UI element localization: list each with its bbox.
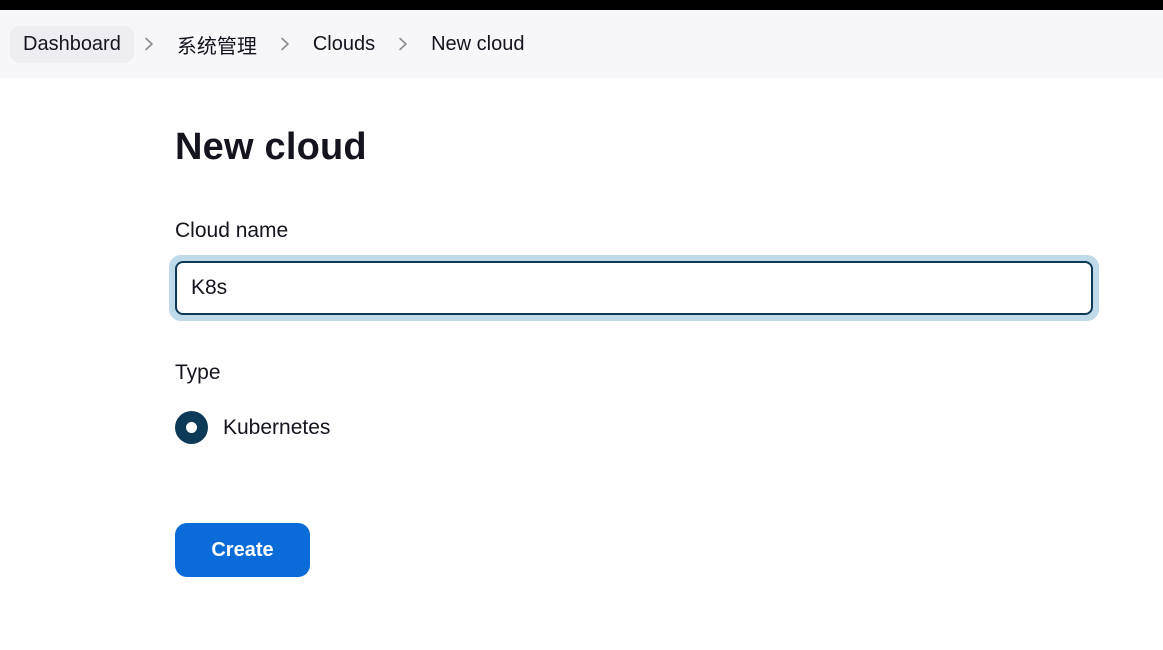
type-option-label: Kubernetes xyxy=(223,415,331,439)
chevron-right-icon xyxy=(392,33,414,55)
breadcrumb-system-management[interactable]: 系统管理 xyxy=(164,23,270,66)
create-button[interactable]: Create xyxy=(175,523,310,577)
chevron-right-icon xyxy=(274,33,296,55)
breadcrumb-dashboard[interactable]: Dashboard xyxy=(10,25,134,63)
cloud-name-focus-ring xyxy=(169,255,1099,321)
type-option-kubernetes[interactable]: Kubernetes xyxy=(175,411,330,444)
cloud-name-label: Cloud name xyxy=(175,219,289,242)
breadcrumb-clouds[interactable]: Clouds xyxy=(300,26,388,63)
radio-selected-icon[interactable] xyxy=(175,411,208,444)
page-title: New cloud xyxy=(175,126,367,168)
breadcrumb: Dashboard 系统管理 Clouds New cloud xyxy=(0,10,1163,78)
cloud-name-input[interactable] xyxy=(175,261,1093,315)
new-cloud-form: New cloud Cloud name Type Kubernetes Cre… xyxy=(169,110,1099,577)
breadcrumb-new-cloud: New cloud xyxy=(431,32,525,55)
chevron-right-icon xyxy=(138,33,160,55)
window-top-edge xyxy=(0,0,1163,10)
type-label: Type xyxy=(175,361,221,384)
